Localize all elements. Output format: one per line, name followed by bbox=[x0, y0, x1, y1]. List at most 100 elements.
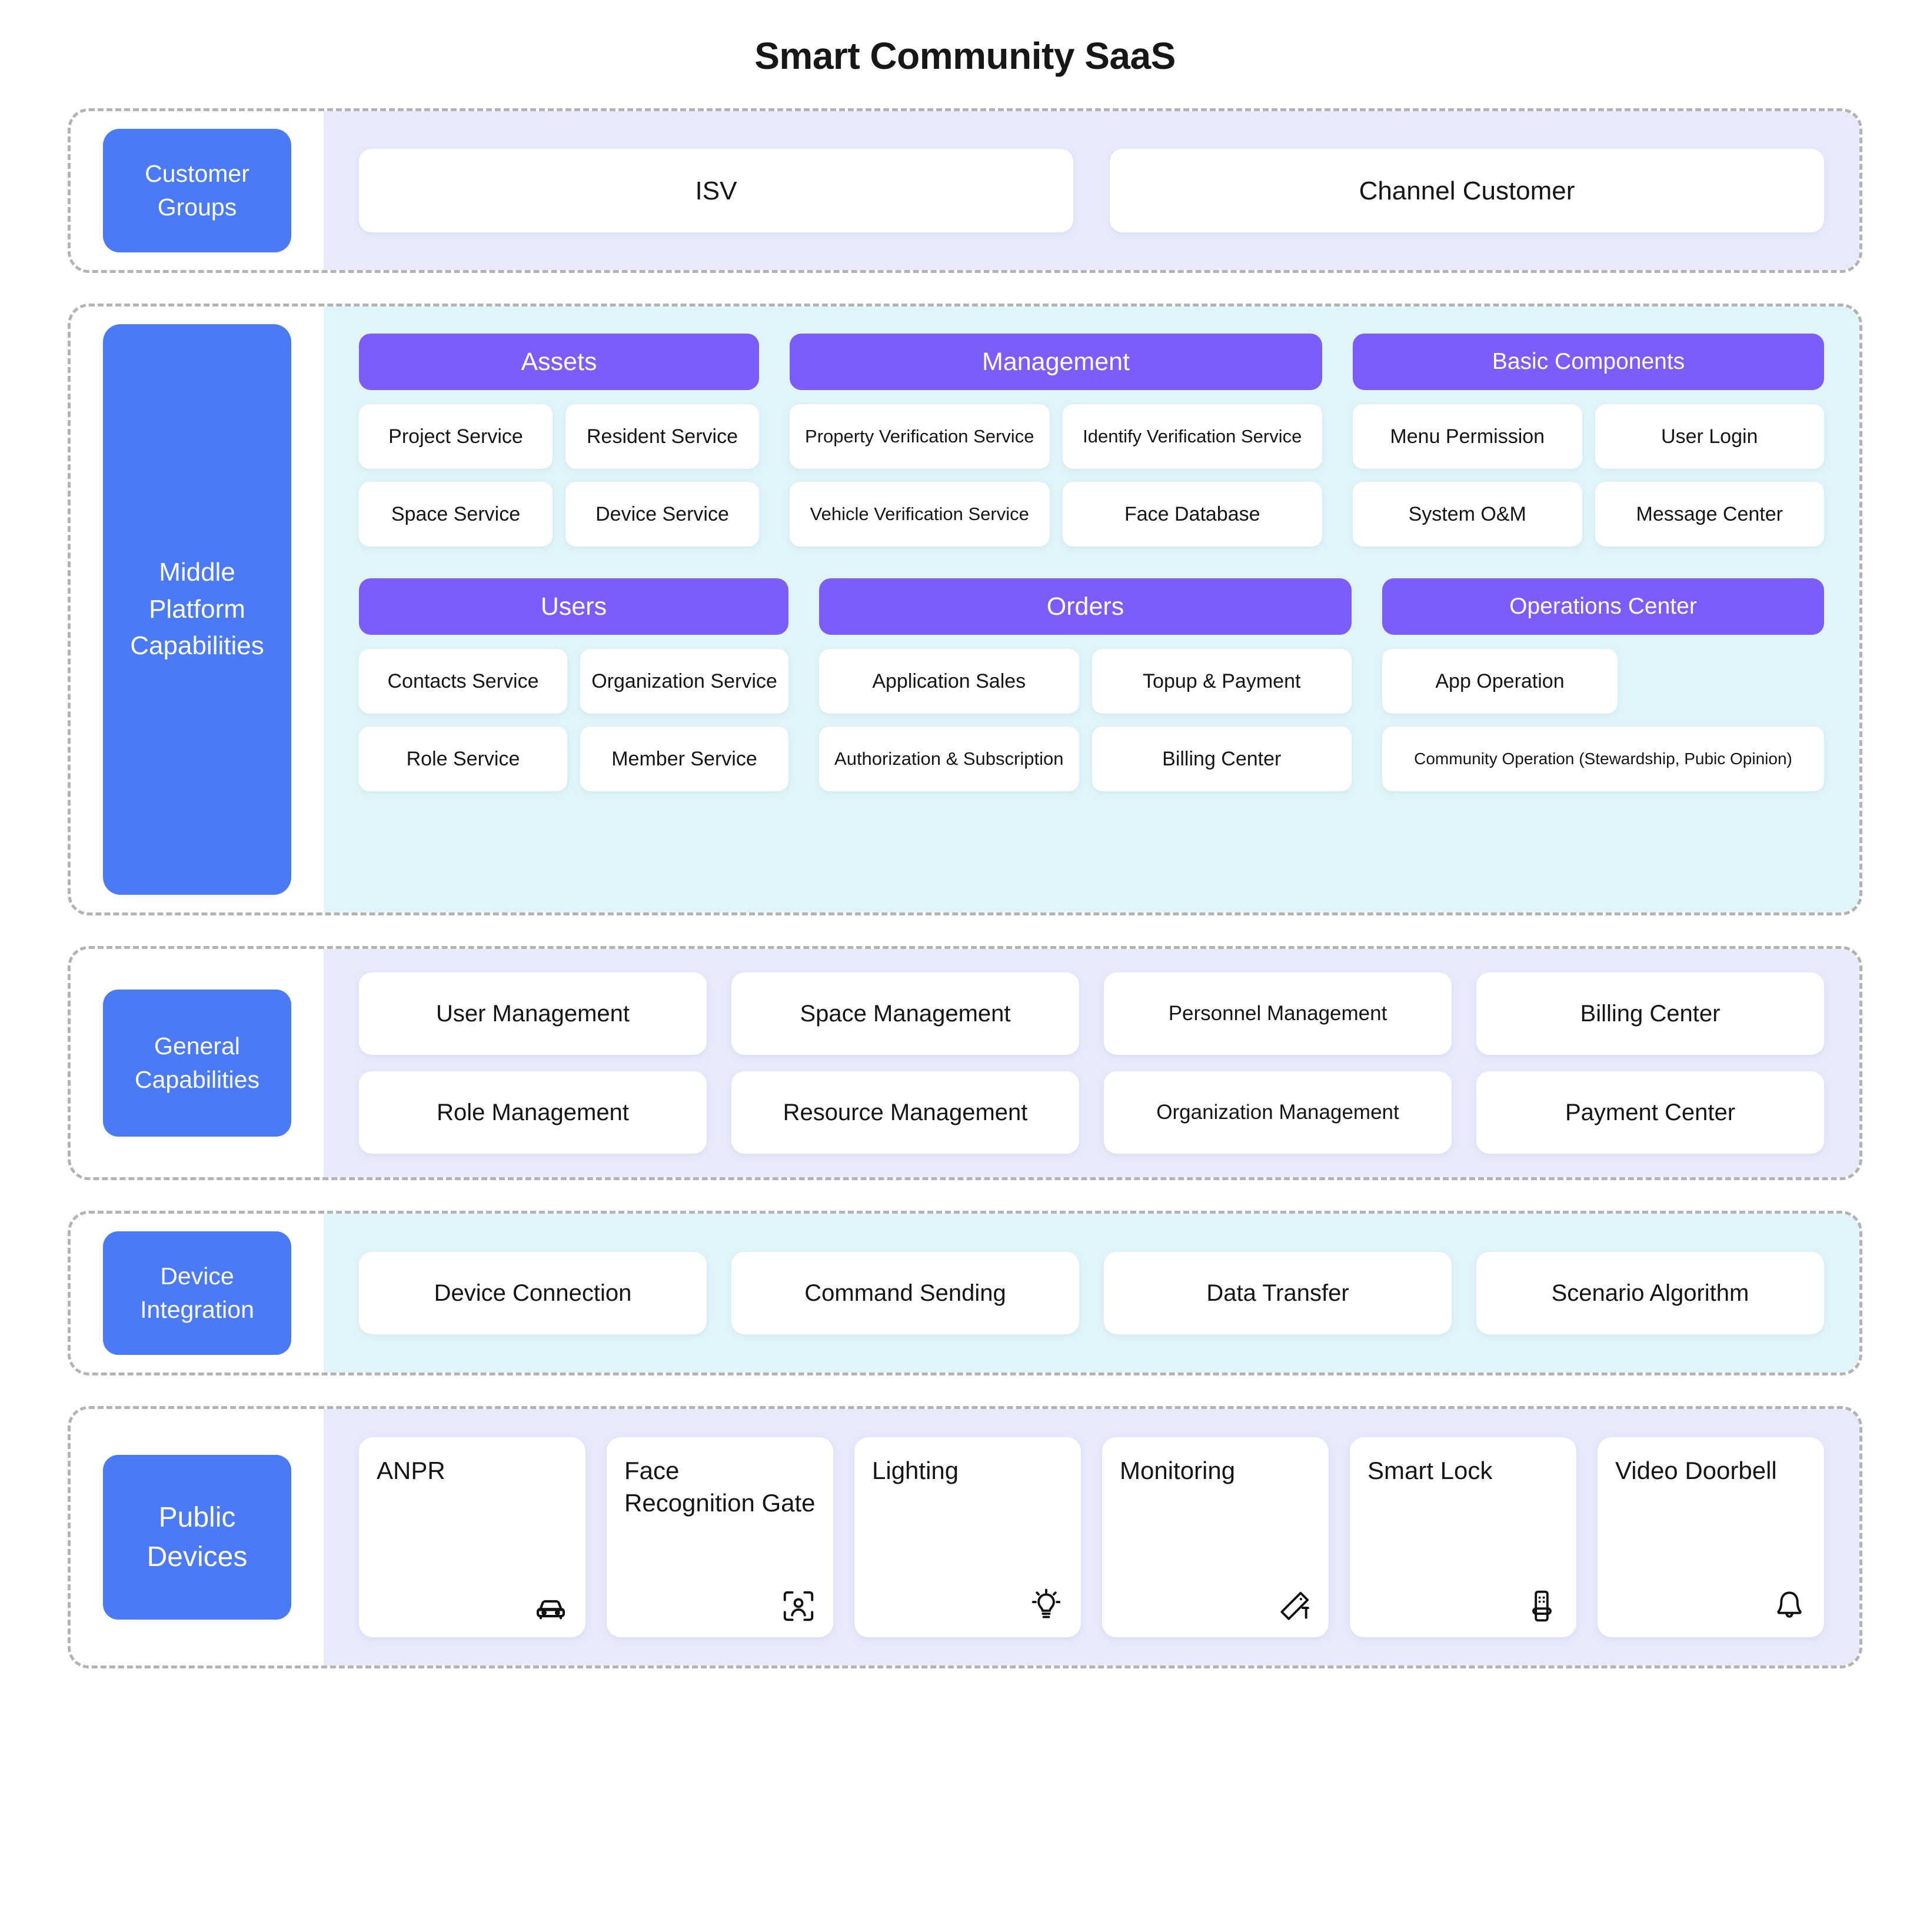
cctv-camera-icon bbox=[1276, 1588, 1312, 1624]
service-topup-payment[interactable]: Topup & Payment bbox=[1092, 649, 1352, 714]
customer-groups-label-line1: Customer bbox=[145, 160, 249, 188]
group-assets-header[interactable]: Assets bbox=[359, 334, 759, 390]
service-message-center[interactable]: Message Center bbox=[1595, 482, 1824, 547]
device-card-anpr[interactable]: ANPR bbox=[359, 1437, 585, 1637]
group-users-header[interactable]: Users bbox=[359, 578, 788, 635]
integration-scenario-algorithm[interactable]: Scenario Algorithm bbox=[1476, 1252, 1824, 1334]
middle-platform-label-cell: Middle Platform Capabilities bbox=[71, 307, 324, 912]
service-organization-service[interactable]: Organization Service bbox=[580, 649, 788, 714]
integration-command-sending[interactable]: Command Sending bbox=[731, 1252, 1079, 1334]
device-card-video-doorbell[interactable]: Video Doorbell bbox=[1598, 1437, 1824, 1637]
operations-center-spacer bbox=[1630, 649, 1824, 714]
integration-data-transfer[interactable]: Data Transfer bbox=[1104, 1252, 1452, 1334]
capability-user-management[interactable]: User Management bbox=[359, 972, 707, 1055]
capability-personnel-management[interactable]: Personnel Management bbox=[1104, 972, 1452, 1055]
section-public-devices: Public Devices ANPR Face Recognition Gat… bbox=[68, 1406, 1862, 1668]
device-card-face-recognition-gate[interactable]: Face Recognition Gate bbox=[607, 1437, 833, 1637]
group-users: Users Contacts Service Organization Serv… bbox=[359, 578, 788, 791]
integration-device-connection[interactable]: Device Connection bbox=[359, 1252, 707, 1334]
general-capabilities-label-cell: General Capabilities bbox=[71, 949, 324, 1177]
device-integration-row: Device Connection Command Sending Data T… bbox=[359, 1252, 1824, 1334]
service-identify-verification-service[interactable]: Identify Verification Service bbox=[1062, 404, 1322, 469]
public-devices-label-line2: Devices bbox=[147, 1541, 248, 1573]
group-management-header[interactable]: Management bbox=[790, 334, 1322, 390]
capability-space-management[interactable]: Space Management bbox=[731, 972, 1079, 1055]
device-card-anpr-label: ANPR bbox=[377, 1457, 445, 1484]
section-device-integration: Device Integration Device Connection Com… bbox=[68, 1211, 1862, 1375]
middle-platform-label-line1: Middle bbox=[159, 558, 235, 587]
service-menu-permission[interactable]: Menu Permission bbox=[1353, 404, 1582, 469]
customer-groups-label-line2: Groups bbox=[157, 194, 237, 221]
customer-groups-label: Customer Groups bbox=[103, 129, 291, 252]
service-system-om[interactable]: System O&M bbox=[1353, 482, 1582, 547]
middle-platform-label: Middle Platform Capabilities bbox=[103, 324, 291, 895]
service-vehicle-verification-service[interactable]: Vehicle Verification Service bbox=[790, 482, 1050, 547]
group-management-items: Property Verification Service Identify V… bbox=[790, 404, 1322, 547]
service-application-sales[interactable]: Application Sales bbox=[819, 649, 1079, 714]
device-card-monitoring[interactable]: Monitoring bbox=[1102, 1437, 1329, 1637]
general-capabilities-label-line2: Capabilities bbox=[135, 1066, 259, 1093]
capability-organization-management[interactable]: Organization Management bbox=[1104, 1071, 1452, 1154]
middle-platform-row-1: Assets Project Service Resident Service … bbox=[359, 334, 1824, 547]
device-card-smart-lock[interactable]: Smart Lock bbox=[1350, 1437, 1576, 1637]
service-contacts-service[interactable]: Contacts Service bbox=[359, 649, 567, 714]
face-scan-icon bbox=[780, 1588, 817, 1624]
section-customer-groups: Customer Groups ISV Channel Customer bbox=[68, 108, 1862, 273]
service-community-operation[interactable]: Community Operation (Stewardship, Pubic … bbox=[1382, 727, 1824, 791]
middle-platform-body: Assets Project Service Resident Service … bbox=[324, 307, 1859, 912]
customer-groups-body: ISV Channel Customer bbox=[324, 111, 1859, 270]
general-capabilities-body: User Management Space Management Personn… bbox=[324, 949, 1859, 1177]
service-face-database[interactable]: Face Database bbox=[1062, 482, 1322, 547]
capability-role-management[interactable]: Role Management bbox=[359, 1071, 707, 1154]
device-integration-label-line1: Device bbox=[160, 1263, 234, 1290]
public-devices-row: ANPR Face Recognition Gate Lighting Moni… bbox=[359, 1437, 1824, 1637]
group-orders-header[interactable]: Orders bbox=[819, 578, 1352, 635]
customer-group-item-channel-customer[interactable]: Channel Customer bbox=[1110, 149, 1824, 232]
service-billing-center[interactable]: Billing Center bbox=[1092, 727, 1352, 791]
group-basic-components-items: Menu Permission User Login System O&M Me… bbox=[1353, 404, 1824, 547]
service-role-service[interactable]: Role Service bbox=[359, 727, 567, 791]
service-authorization-subscription[interactable]: Authorization & Subscription bbox=[819, 727, 1079, 791]
service-app-operation[interactable]: App Operation bbox=[1382, 649, 1618, 714]
page-title: Smart Community SaaS bbox=[754, 35, 1176, 77]
service-resident-service[interactable]: Resident Service bbox=[565, 404, 759, 469]
public-devices-label: Public Devices bbox=[103, 1455, 291, 1620]
device-card-video-doorbell-label: Video Doorbell bbox=[1615, 1457, 1777, 1484]
public-devices-label-cell: Public Devices bbox=[71, 1409, 324, 1665]
customer-groups-label-cell: Customer Groups bbox=[71, 111, 324, 270]
general-capabilities-label: General Capabilities bbox=[103, 990, 291, 1137]
device-integration-label-line2: Integration bbox=[140, 1296, 254, 1323]
group-operations-center: Operations Center App Operation Communit… bbox=[1382, 578, 1824, 791]
group-users-items: Contacts Service Organization Service Ro… bbox=[359, 649, 788, 791]
service-device-service[interactable]: Device Service bbox=[565, 482, 759, 547]
group-orders: Orders Application Sales Topup & Payment… bbox=[819, 578, 1352, 791]
device-card-lighting-label: Lighting bbox=[872, 1457, 959, 1484]
service-project-service[interactable]: Project Service bbox=[359, 404, 553, 469]
smart-lock-icon bbox=[1523, 1588, 1560, 1624]
group-orders-items: Application Sales Topup & Payment Author… bbox=[819, 649, 1352, 791]
capability-resource-management[interactable]: Resource Management bbox=[731, 1071, 1079, 1154]
general-capabilities-label-line1: General bbox=[154, 1032, 240, 1060]
customer-groups-row: ISV Channel Customer bbox=[359, 149, 1824, 232]
capability-payment-center[interactable]: Payment Center bbox=[1476, 1071, 1824, 1154]
customer-group-item-isv[interactable]: ISV bbox=[359, 149, 1073, 232]
service-space-service[interactable]: Space Service bbox=[359, 482, 553, 547]
device-card-smart-lock-label: Smart Lock bbox=[1367, 1457, 1493, 1484]
device-integration-body: Device Connection Command Sending Data T… bbox=[324, 1214, 1859, 1373]
group-basic-components: Basic Components Menu Permission User Lo… bbox=[1353, 334, 1824, 547]
device-card-face-recognition-gate-label: Face Recognition Gate bbox=[624, 1457, 816, 1517]
group-operations-center-header[interactable]: Operations Center bbox=[1382, 578, 1824, 635]
group-operations-center-items: App Operation Community Operation (Stewa… bbox=[1382, 649, 1824, 791]
capability-billing-center[interactable]: Billing Center bbox=[1476, 972, 1824, 1055]
middle-platform-label-line2: Platform bbox=[149, 594, 245, 624]
service-member-service[interactable]: Member Service bbox=[580, 727, 788, 791]
device-card-lighting[interactable]: Lighting bbox=[854, 1437, 1081, 1637]
group-management: Management Property Verification Service… bbox=[790, 334, 1322, 547]
service-user-login[interactable]: User Login bbox=[1595, 404, 1824, 469]
group-basic-components-header[interactable]: Basic Components bbox=[1353, 334, 1824, 390]
car-icon bbox=[533, 1588, 569, 1624]
lightbulb-icon bbox=[1028, 1588, 1064, 1624]
group-assets: Assets Project Service Resident Service … bbox=[359, 334, 759, 547]
service-property-verification-service[interactable]: Property Verification Service bbox=[790, 404, 1050, 469]
public-devices-body: ANPR Face Recognition Gate Lighting Moni… bbox=[324, 1409, 1859, 1665]
